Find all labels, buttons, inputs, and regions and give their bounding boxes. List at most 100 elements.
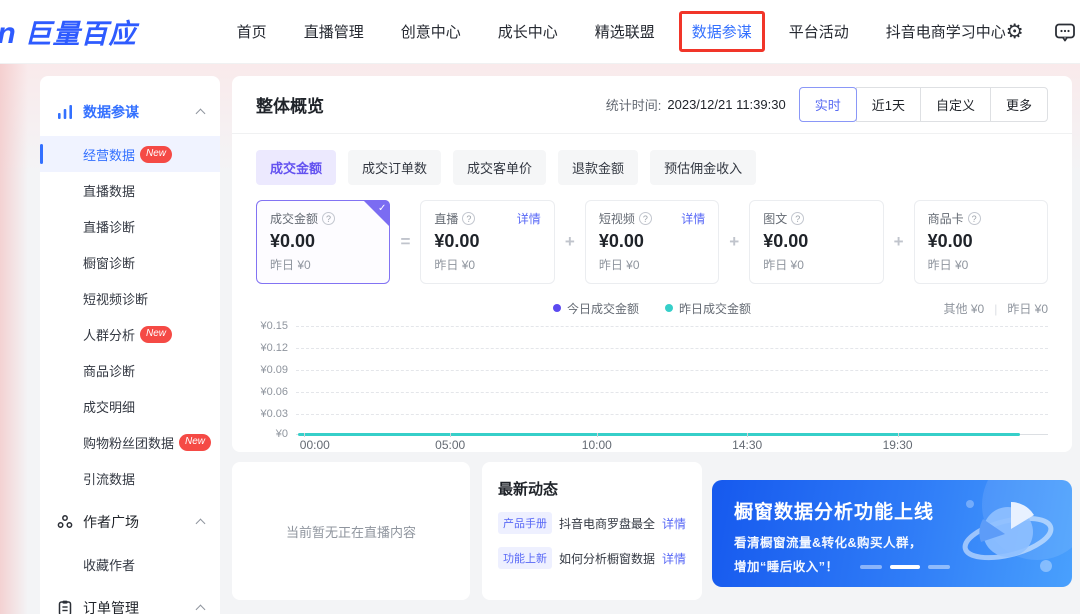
sidebar-items: 经营数据 New 直播数据 直播诊断 橱窗诊断 短视频诊断 人群分析 New 商… [40, 136, 220, 496]
new-badge: New [140, 326, 172, 343]
tick [898, 433, 899, 437]
legend-label: 昨日成交金额 [679, 300, 751, 317]
carousel-dot[interactable] [860, 565, 882, 569]
gridline [296, 326, 1048, 327]
sidebar-item-transaction-details[interactable]: 成交明细 [40, 388, 220, 424]
tab-estimated-commission[interactable]: 预估佣金收入 [650, 150, 756, 185]
sidebar-item-business-data[interactable]: 经营数据 New [40, 136, 220, 172]
tab-gmv[interactable]: 成交金额 [256, 150, 336, 185]
sidebar-group-title: 订单管理 [83, 598, 197, 614]
x-tick: 19:30 [883, 438, 913, 452]
y-tick: ¥0.09 [238, 364, 288, 376]
y-tick: ¥0.06 [238, 386, 288, 398]
y-tick: ¥0 [238, 428, 288, 440]
nav-item-creative-center[interactable]: 创意中心 [401, 21, 461, 42]
promo-banner[interactable]: 橱窗数据分析功能上线 看清橱窗流量&转化&购买人群， 增加“睡后收入”！ [712, 480, 1072, 587]
sidebar-group-author-plaza[interactable]: 作者广场 [40, 508, 220, 536]
news-card: 最新动态 产品手册 抖音电商罗盘最全最... 详情 功能上新 如何分析橱窗数据，… [482, 462, 702, 600]
sidebar-item-label: 短视频诊断 [83, 289, 148, 308]
sidebar-item-showcase-diagnosis[interactable]: 橱窗诊断 [40, 244, 220, 280]
metric-card-short-video[interactable]: 短视频 ? 详情 ¥0.00 昨日 ¥0 [585, 200, 719, 284]
tick [747, 433, 748, 437]
detail-link[interactable]: 详情 [681, 210, 705, 227]
chart-summary: 其他 ¥0 | 昨日 ¥0 [944, 300, 1049, 317]
x-tick: 05:00 [435, 438, 465, 452]
sidebar-item-fan-club-data[interactable]: 购物粉丝团数据 New [40, 424, 220, 460]
metric-card-product-card[interactable]: 商品卡 ? ¥0.00 昨日 ¥0 [914, 200, 1048, 284]
legend-today[interactable]: 今日成交金额 [553, 300, 639, 317]
metric-card-title: 图文 [763, 210, 787, 227]
y-tick: ¥0.03 [238, 408, 288, 420]
metric-card-live[interactable]: 直播 ? 详情 ¥0.00 昨日 ¥0 [420, 200, 554, 284]
new-badge: New [140, 146, 172, 163]
tab-order-count[interactable]: 成交订单数 [348, 150, 441, 185]
news-item-new-feature[interactable]: 功能上新 如何分析橱窗数据，... 详情 [498, 547, 686, 569]
nav-item-home[interactable]: 首页 [237, 21, 267, 42]
message-chat-icon[interactable] [1054, 21, 1076, 43]
people-icon [56, 513, 74, 531]
sidebar-item-favorite-authors[interactable]: 收藏作者 [40, 546, 220, 582]
gridline [296, 370, 1048, 371]
sidebar-item-label: 商品诊断 [83, 361, 135, 380]
carousel-dot[interactable] [928, 565, 950, 569]
metric-card-yesterday: 昨日 ¥0 [763, 256, 869, 273]
help-icon[interactable]: ? [968, 212, 981, 225]
time-controls: 统计时间: 2023/12/21 11:39:30 实时 近1天 自定义 更多 [606, 87, 1048, 122]
plus-operator: + [719, 232, 749, 252]
sidebar-item-short-video-diagnosis[interactable]: 短视频诊断 [40, 280, 220, 316]
y-tick: ¥0.15 [238, 320, 288, 332]
nav-item-platform-activity[interactable]: 平台活动 [789, 21, 849, 42]
tab-avg-order-value[interactable]: 成交客单价 [453, 150, 546, 185]
range-button-custom[interactable]: 自定义 [920, 87, 991, 122]
plus-operator: + [884, 232, 914, 252]
metric-card-yesterday: 昨日 ¥0 [270, 256, 376, 273]
sidebar-item-live-diagnosis[interactable]: 直播诊断 [40, 208, 220, 244]
nav-item-live-management[interactable]: 直播管理 [304, 21, 364, 42]
clipboard-icon [56, 599, 74, 614]
chart-legend: 今日成交金额 昨日成交金额 其他 ¥0 | 昨日 ¥0 [232, 300, 1072, 316]
nav-item-data-advisor[interactable]: 数据参谋 [692, 21, 752, 42]
sidebar-item-label: 人群分析 [83, 325, 135, 344]
nav-item-learning-center[interactable]: 抖音电商学习中心 [886, 21, 1006, 42]
detail-link[interactable]: 详情 [662, 550, 686, 567]
sidebar-item-live-data[interactable]: 直播数据 [40, 172, 220, 208]
metric-card-title: 直播 [434, 210, 458, 227]
carousel-dot-active[interactable] [890, 565, 920, 569]
detail-link[interactable]: 详情 [517, 210, 541, 227]
metric-card-value: ¥0.00 [928, 231, 1034, 252]
help-icon[interactable]: ? [462, 212, 475, 225]
sidebar-group-order-management[interactable]: 订单管理 [40, 594, 220, 614]
help-icon[interactable]: ? [322, 212, 335, 225]
metric-card-image-text[interactable]: 图文 ? ¥0.00 昨日 ¥0 [749, 200, 883, 284]
help-icon[interactable]: ? [639, 212, 652, 225]
chevron-up-icon [196, 109, 206, 119]
metric-card-gmv[interactable]: ✓ 成交金额 ? ¥0.00 昨日 ¥0 [256, 200, 390, 284]
other-amount: 其他 ¥0 [944, 300, 985, 317]
summary-divider: | [994, 302, 997, 316]
tick [304, 433, 305, 437]
settings-gear-icon[interactable]: ⚙ [1006, 22, 1024, 42]
metric-card-value: ¥0.00 [599, 231, 705, 252]
sidebar-item-traffic-data[interactable]: 引流数据 [40, 460, 220, 496]
sidebar-items: 收藏作者 [40, 546, 220, 582]
range-button-last-1-day[interactable]: 近1天 [856, 87, 921, 122]
live-empty-text: 当前暂无正在直播内容 [286, 522, 416, 541]
detail-link[interactable]: 详情 [662, 515, 686, 532]
news-item-product-manual[interactable]: 产品手册 抖音电商罗盘最全最... 详情 [498, 512, 686, 534]
nav-item-selected-alliance[interactable]: 精选联盟 [595, 21, 655, 42]
app-logo[interactable]: in 巨量百应 [0, 12, 137, 51]
range-button-realtime[interactable]: 实时 [799, 87, 857, 122]
equals-operator: = [390, 232, 420, 252]
sidebar-item-label: 直播诊断 [83, 217, 135, 236]
sidebar-group-data-advisor[interactable]: 数据参谋 [40, 98, 220, 126]
sidebar-item-product-diagnosis[interactable]: 商品诊断 [40, 352, 220, 388]
tick [597, 433, 598, 437]
sidebar-item-audience-analysis[interactable]: 人群分析 New [40, 316, 220, 352]
legend-yesterday[interactable]: 昨日成交金额 [665, 300, 751, 317]
tab-refund-amount[interactable]: 退款金额 [558, 150, 638, 185]
range-button-more[interactable]: 更多 [990, 87, 1048, 122]
stat-time-label: 统计时间: [606, 95, 662, 114]
x-tick: 14:30 [732, 438, 762, 452]
nav-item-growth-center[interactable]: 成长中心 [498, 21, 558, 42]
help-icon[interactable]: ? [791, 212, 804, 225]
